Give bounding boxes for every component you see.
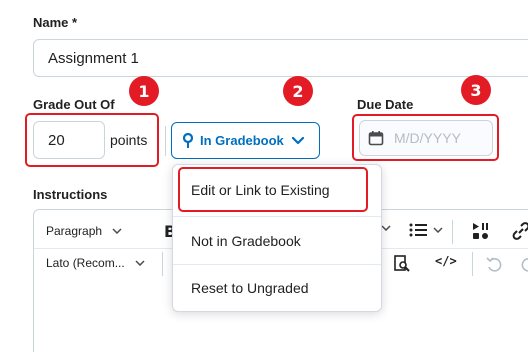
toolbar-separator	[452, 220, 453, 244]
font-select[interactable]: Lato (Recom...	[46, 256, 145, 270]
toolbar-separator	[472, 252, 473, 276]
find-icon[interactable]	[393, 255, 411, 273]
callout-badge-2: 2	[283, 76, 313, 106]
callout-badge-3: 3	[461, 75, 491, 105]
redo-icon[interactable]	[521, 256, 528, 272]
pin-icon	[182, 132, 194, 149]
link-icon[interactable]	[512, 222, 528, 240]
due-date-label: Due Date	[357, 97, 414, 112]
menu-item-reset-to-ungraded[interactable]: Reset to Ungraded	[173, 265, 381, 311]
callout-box-edit-or-link	[178, 167, 368, 212]
source-code-icon[interactable]: </>	[435, 254, 457, 268]
divider	[165, 126, 166, 156]
toolbar-separator	[162, 252, 163, 276]
grade-input-value: 20	[48, 131, 65, 149]
calendar-icon	[368, 130, 384, 146]
grade-out-of-label: Grade Out Of	[33, 97, 115, 112]
gradebook-button-label: In Gradebook	[200, 133, 284, 148]
menu-item-not-in-gradebook[interactable]: Not in Gradebook	[173, 217, 381, 264]
instructions-label: Instructions	[33, 187, 108, 202]
chevron-down-icon	[135, 260, 145, 266]
gradebook-button[interactable]: In Gradebook	[171, 122, 320, 159]
name-input[interactable]: Assignment 1	[33, 39, 528, 77]
due-date-input[interactable]: M/D/YYYY	[359, 120, 493, 156]
format-select[interactable]: Paragraph	[46, 224, 122, 238]
list-icon[interactable]	[409, 223, 443, 237]
name-label: Name *	[33, 15, 78, 30]
required-mark: *	[72, 15, 78, 30]
name-input-value: Assignment 1	[48, 49, 139, 67]
grade-input[interactable]: 20	[33, 121, 105, 159]
media-icon[interactable]	[471, 222, 489, 240]
points-unit-label: points	[110, 132, 148, 148]
undo-icon[interactable]	[486, 256, 502, 272]
callout-badge-1: 1	[129, 76, 159, 106]
chevron-down-icon	[112, 228, 122, 234]
chevron-down-icon[interactable]	[381, 225, 391, 231]
due-date-placeholder: M/D/YYYY	[394, 130, 461, 146]
chevron-down-icon	[291, 136, 304, 145]
